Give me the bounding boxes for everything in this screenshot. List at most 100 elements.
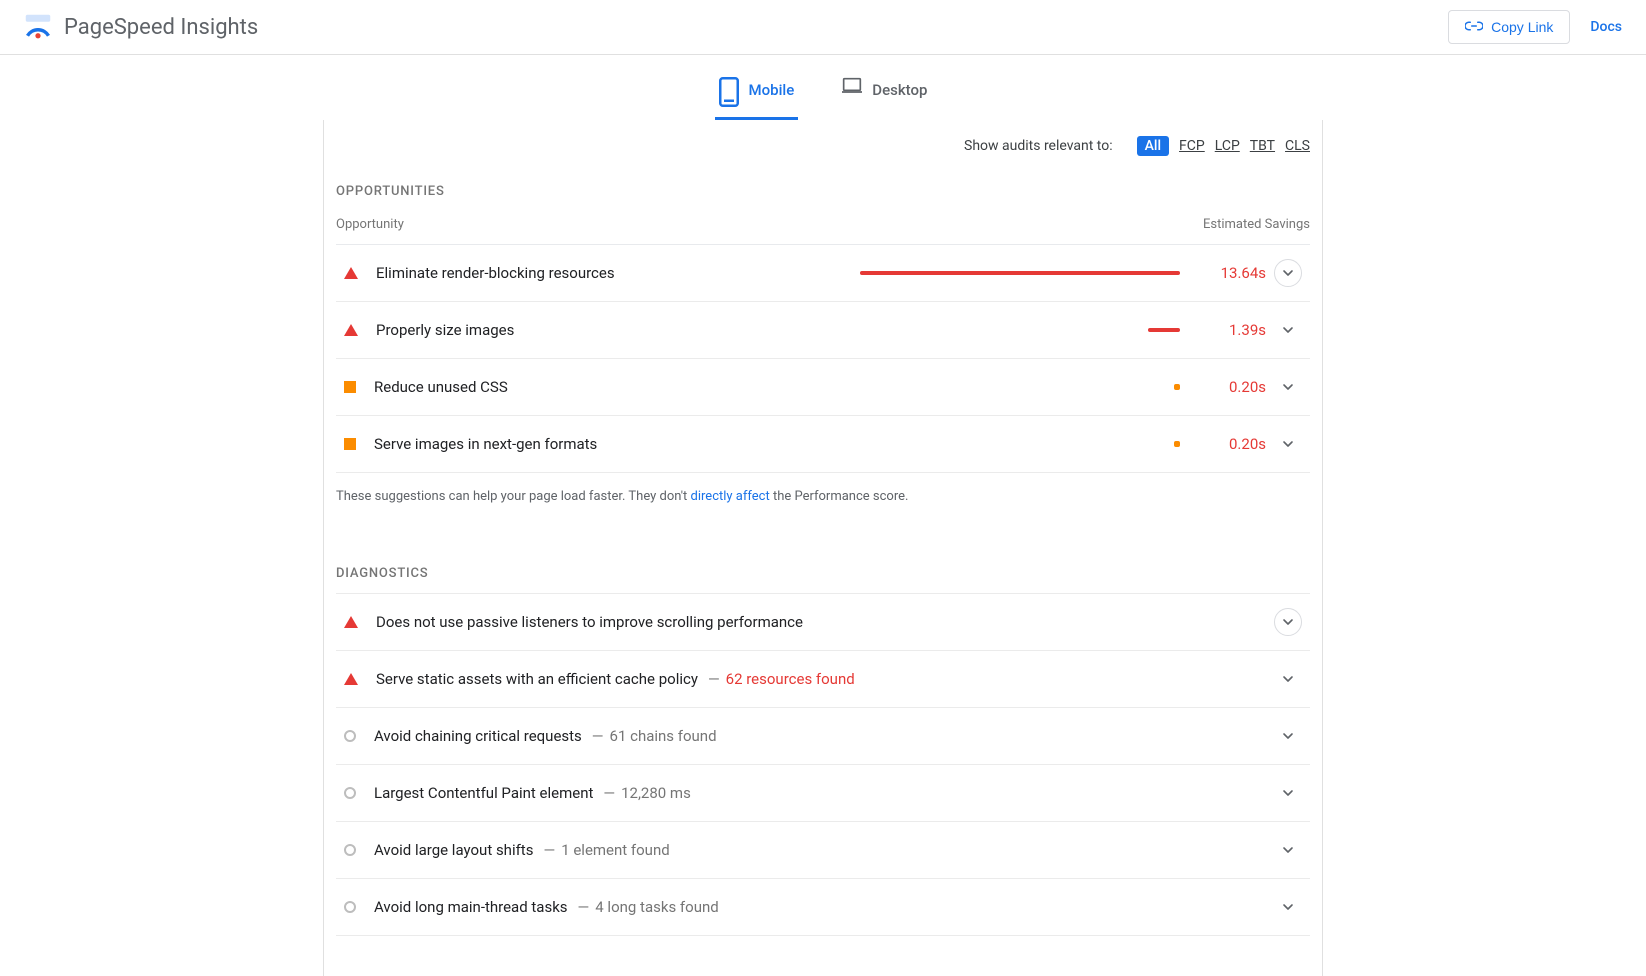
diagnostic-label: Serve static assets with an efficient ca… [376, 670, 698, 688]
chevron-down-icon[interactable] [1274, 430, 1302, 458]
audit-filters: Show audits relevant to: All FCP LCP TBT CLS [336, 120, 1310, 172]
savings-value: 1.39s [1204, 321, 1266, 339]
info-circle-icon [344, 844, 356, 856]
diagnostic-label: Does not use passive listeners to improv… [376, 613, 803, 631]
info-circle-icon [344, 901, 356, 913]
diagnostic-note: 62 resources found [726, 670, 855, 688]
dash-separator: — [708, 670, 720, 688]
pagespeed-logo-icon [24, 13, 52, 41]
fail-triangle-icon [344, 267, 358, 279]
header-left: PageSpeed Insights [24, 13, 258, 41]
dash-separator: — [543, 841, 555, 859]
tab-desktop-label: Desktop [872, 81, 927, 99]
opportunities-title: OPPORTUNITIES [336, 172, 1310, 211]
filter-chip-all[interactable]: All [1137, 136, 1169, 156]
dash-separator: — [578, 898, 590, 916]
desktop-icon [842, 77, 862, 103]
diagnostic-label: Largest Contentful Paint element [374, 784, 593, 802]
footnote-prefix: These suggestions can help your page loa… [336, 489, 691, 504]
diagnostic-row[interactable]: Avoid chaining critical requests — 61 chai… [336, 708, 1310, 765]
chevron-down-icon[interactable] [1274, 316, 1302, 344]
tab-desktop[interactable]: Desktop [838, 69, 931, 120]
diagnostics-section: DIAGNOSTICS Does not use passive listene… [336, 554, 1310, 936]
tab-mobile-label: Mobile [749, 81, 795, 99]
copy-link-label: Copy Link [1491, 19, 1553, 35]
diagnostic-note-wrap: — 1 element found [543, 841, 669, 859]
dash-separator: — [592, 727, 604, 745]
savings-bar [856, 271, 1204, 275]
info-circle-icon [344, 730, 356, 742]
opportunity-col-label: Opportunity [336, 217, 404, 232]
filter-chip-lcp[interactable]: LCP [1215, 138, 1240, 154]
diagnostic-label: Avoid large layout shifts [374, 841, 533, 859]
filter-chip-cls[interactable]: CLS [1285, 138, 1310, 154]
app-title: PageSpeed Insights [64, 15, 258, 40]
diagnostic-label: Avoid chaining critical requests [374, 727, 582, 745]
warn-square-icon [344, 381, 356, 393]
warn-square-icon [344, 438, 356, 450]
opportunity-row[interactable]: Eliminate render-blocking resources 13.64… [336, 245, 1310, 302]
diagnostic-row[interactable]: Avoid long main-thread tasks — 4 long task… [336, 879, 1310, 936]
chevron-down-icon[interactable] [1274, 779, 1302, 807]
opportunity-label: Serve images in next-gen formats [374, 435, 854, 453]
opportunity-label: Reduce unused CSS [374, 378, 854, 396]
docs-link[interactable]: Docs [1590, 19, 1622, 35]
fail-triangle-icon [344, 324, 358, 336]
info-circle-icon [344, 787, 356, 799]
chevron-down-icon[interactable] [1274, 259, 1302, 287]
diagnostic-note: 4 long tasks found [595, 898, 718, 916]
diagnostic-note-wrap: — 62 resources found [708, 670, 855, 688]
main-content: Show audits relevant to: All FCP LCP TBT CLS… [323, 120, 1323, 976]
link-icon [1465, 19, 1483, 35]
chevron-down-icon[interactable] [1274, 722, 1302, 750]
savings-value: 0.20s [1204, 435, 1266, 453]
diagnostic-note-wrap: — 12,280 ms [603, 784, 690, 802]
savings-col-label: Estimated Savings [1203, 217, 1310, 232]
fail-triangle-icon [344, 616, 358, 628]
chevron-down-icon[interactable] [1274, 373, 1302, 401]
savings-value: 0.20s [1204, 378, 1266, 396]
footnote-link[interactable]: directly affect [691, 489, 770, 504]
chevron-down-icon[interactable] [1274, 608, 1302, 636]
footnote-suffix: the Performance score. [770, 489, 909, 504]
opportunity-row[interactable]: Reduce unused CSS 0.20s [336, 359, 1310, 416]
chevron-down-icon[interactable] [1274, 893, 1302, 921]
chevron-down-icon[interactable] [1274, 836, 1302, 864]
diagnostic-note: 1 element found [561, 841, 670, 859]
diagnostic-row[interactable]: Serve static assets with an efficient ca… [336, 651, 1310, 708]
diagnostic-row[interactable]: Does not use passive listeners to improv… [336, 594, 1310, 651]
chevron-down-icon[interactable] [1274, 665, 1302, 693]
header-right: Copy Link Docs [1448, 10, 1622, 44]
diagnostic-label: Avoid long main-thread tasks [374, 898, 568, 916]
diagnostic-note: 61 chains found [610, 727, 717, 745]
diagnostics-list: Does not use passive listeners to improv… [336, 593, 1310, 936]
opportunities-list: Eliminate render-blocking resources 13.64… [336, 245, 1310, 473]
app-header: PageSpeed Insights Copy Link Docs [0, 0, 1646, 55]
dash-separator: — [603, 784, 615, 802]
savings-bar [856, 328, 1204, 332]
filter-chip-fcp[interactable]: FCP [1179, 138, 1205, 154]
filter-chip-tbt[interactable]: TBT [1250, 138, 1275, 154]
opportunity-label: Eliminate render-blocking resources [376, 264, 856, 282]
device-tabs: Mobile Desktop [0, 55, 1646, 120]
diagnostic-note-wrap: — 4 long tasks found [578, 898, 719, 916]
diagnostic-row[interactable]: Largest Contentful Paint element — 12,280 … [336, 765, 1310, 822]
savings-bar [854, 384, 1204, 390]
opportunity-row[interactable]: Serve images in next-gen formats 0.20s [336, 416, 1310, 473]
savings-bar [854, 441, 1204, 447]
filters-label: Show audits relevant to: [964, 138, 1113, 154]
opportunity-label: Properly size images [376, 321, 856, 339]
opportunities-footnote: These suggestions can help your page loa… [336, 473, 1310, 504]
savings-value: 13.64s [1204, 264, 1266, 282]
diagnostics-title: DIAGNOSTICS [336, 554, 1310, 593]
tab-mobile[interactable]: Mobile [715, 69, 799, 120]
mobile-icon [719, 77, 739, 103]
diagnostic-note-wrap: — 61 chains found [592, 727, 717, 745]
diagnostic-row[interactable]: Avoid large layout shifts — 1 element foun… [336, 822, 1310, 879]
opportunities-header: Opportunity Estimated Savings [336, 211, 1310, 245]
copy-link-button[interactable]: Copy Link [1448, 10, 1570, 44]
fail-triangle-icon [344, 673, 358, 685]
opportunities-section: OPPORTUNITIES Opportunity Estimated Savi… [336, 172, 1310, 504]
diagnostic-note: 12,280 ms [621, 784, 691, 802]
opportunity-row[interactable]: Properly size images 1.39s [336, 302, 1310, 359]
